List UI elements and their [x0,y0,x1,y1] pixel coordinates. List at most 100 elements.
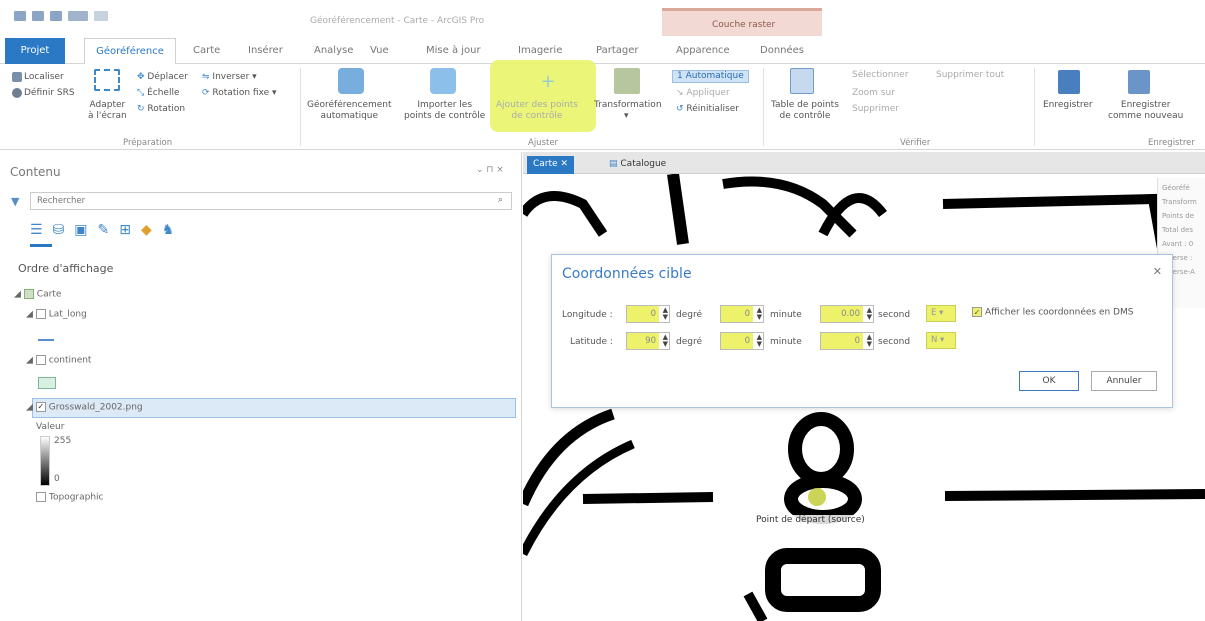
spinner-arrows-icon[interactable]: ▲ ▼ [867,334,872,348]
definir-srs-button[interactable]: Définir SRS [24,88,75,99]
close-icon[interactable]: ✕ [1153,265,1162,278]
pane-text: Total des [1162,226,1193,234]
lat-minute-input[interactable]: 0 ▲ ▼ [720,332,764,350]
rotation-button[interactable]: ↻ Rotation [137,104,185,115]
layer-continent[interactable]: ◢ continent [26,355,91,366]
layer-carte[interactable]: ◢ Carte [14,289,61,300]
layer-checkbox[interactable] [36,492,46,502]
lon-degree-input[interactable]: 0 ▲ ▼ [626,305,670,323]
layer-topographic[interactable]: Topographic [36,492,104,503]
transformation-button[interactable]: Transformation ▾ [594,100,662,122]
supprimer-button[interactable]: Supprimer [852,104,899,115]
contents-toolbar: ☰ ⛁ ▣ ✎ ⊞ ◆ ♞ [30,222,174,238]
tab-donnees[interactable]: Données [752,38,812,64]
legend-min: 0 [54,474,60,484]
active-tab-indicator [30,244,52,247]
second-unit: second [878,337,911,347]
lon-direction-select[interactable]: E ▾ [926,305,956,322]
lon-second-input[interactable]: 0.00 ▲ ▼ [820,305,874,323]
enregistrer-button[interactable]: Enregistrer [1043,100,1093,111]
search-input[interactable] [31,193,451,209]
quick-access-toolbar[interactable] [14,11,108,21]
fixed-rotate-icon: ⟳ [202,88,210,98]
reinitialiser-button[interactable]: ↺ Réinitialiser [676,104,739,115]
drawing-order-icon[interactable]: ☰ [30,222,43,238]
import-points-icon [430,68,456,94]
tab-map-carte[interactable]: Carte ✕ [527,156,574,174]
title-bar: Géoréférencement - Carte - ArcGIS Pro Co… [0,0,1205,36]
labeling-icon[interactable]: ◆ [141,222,152,238]
perspective-icon[interactable]: ♞ [162,222,175,238]
tab-partager[interactable]: Partager [588,38,646,64]
pane-text: Géoréfé [1162,184,1190,192]
ok-button[interactable]: OK [1019,371,1079,391]
catalog-icon: ▤ [609,159,618,169]
line-symbol [38,339,54,341]
minute-unit: minute [770,310,802,320]
appliquer-button[interactable]: ↘ Appliquer [676,88,730,99]
selectionner-button[interactable]: Sélectionner [852,70,908,81]
table-icon [790,68,814,94]
zoom-sur-button[interactable]: Zoom sur [852,88,895,99]
pane-text: Points de [1162,212,1195,220]
layer-lat-long[interactable]: ◢ Lat_long [26,309,87,320]
georef-auto-button[interactable]: Géoréférencement automatique [307,100,392,122]
dms-checkbox[interactable]: ✓ Afficher les coordonnées en DMS [972,307,1133,318]
lat-direction-select[interactable]: N ▾ [926,332,956,349]
layer-raster[interactable]: ◢ ✓ Grosswald_2002.png [26,402,143,413]
drawing-order-heading: Ordre d'affichage [18,262,114,275]
editing-icon[interactable]: ✎ [98,222,110,238]
tab-carte[interactable]: Carte [185,38,228,64]
auto-georef-icon [338,68,364,94]
table-points-button[interactable]: Table de points de contrôle [771,100,839,122]
tab-inserer[interactable]: Insérer [240,38,291,64]
save-icon [1058,70,1080,94]
tab-catalogue[interactable]: ▤ Catalogue [603,156,672,174]
spinner-arrows-icon[interactable]: ▲ ▼ [663,307,668,321]
selection-icon[interactable]: ▣ [74,222,87,238]
enregistrer-nouveau-button[interactable]: Enregistrer comme nouveau [1108,100,1183,122]
supprimer-tout-button[interactable]: Supprimer tout [936,70,1004,81]
move-icon: ✥ [137,72,145,82]
tab-vue[interactable]: Vue [362,38,397,64]
snapping-icon[interactable]: ⊞ [119,222,131,238]
importer-points-button[interactable]: Importer les points de contrôle [404,100,485,122]
check-icon[interactable]: ✓ [972,307,982,317]
rotate-icon: ↻ [137,104,145,114]
lat-second-input[interactable]: 0 ▲ ▼ [820,332,874,350]
spinner-arrows-icon[interactable]: ▲ ▼ [757,334,762,348]
rotation-fixe-button[interactable]: ⟳ Rotation fixe ▾ [202,88,277,99]
target-coordinates-dialog: Coordonnées cible ✕ Longitude : 0 ▲ ▼ degr… [551,254,1173,408]
adapter-button[interactable]: Adapter à l'écran [88,100,127,122]
cancel-button[interactable]: Annuler [1091,371,1157,391]
filter-icon[interactable]: ▼ [11,195,19,208]
spinner-arrows-icon[interactable]: ▲ ▼ [757,307,762,321]
tab-analyse[interactable]: Analyse [306,38,361,64]
search-icon[interactable]: ⌕ [498,195,503,205]
layer-checkbox[interactable] [35,309,46,319]
source-point-label: Point de départ (source) [754,515,867,525]
search-box[interactable]: ⌕ [30,192,512,210]
spinner-arrows-icon[interactable]: ▲ ▼ [867,307,872,321]
deplacer-button[interactable]: ✥ Déplacer [137,72,188,83]
tab-projet[interactable]: Projet [5,38,65,64]
echelle-button[interactable]: ⤡ Échelle [137,88,180,99]
localiser-button[interactable]: Localiser [24,72,64,83]
layer-checkbox[interactable] [35,355,46,365]
tab-apparence[interactable]: Apparence [668,38,738,64]
panel-controls[interactable]: ⌄ ⊓ × [476,165,504,175]
contents-panel: Contenu ⌄ ⊓ × ▼ ⌕ ☰ ⛁ ▣ ✎ ⊞ ◆ ♞ Ordre d'… [0,152,522,621]
inverser-button[interactable]: ⇋ Inverser ▾ [202,72,257,83]
lat-degree-input[interactable]: 90 ▲ ▼ [626,332,670,350]
second-unit: second [878,310,911,320]
spinner-arrows-icon[interactable]: ▲ ▼ [663,334,668,348]
automatique-dropdown[interactable]: 1 Automatique [672,70,749,83]
ribbon-tabs: Projet Géoréférence Carte Insérer Analys… [0,36,1205,64]
tab-mise-a-jour[interactable]: Mise à jour [418,38,489,64]
layer-checkbox-checked[interactable]: ✓ [35,402,46,412]
source-point-marker[interactable] [808,488,826,506]
ajouter-points-button[interactable]: Ajouter des points de contrôle [496,100,578,122]
lon-minute-input[interactable]: 0 ▲ ▼ [720,305,764,323]
tab-georeference[interactable]: Géoréférence [84,38,176,64]
data-source-icon[interactable]: ⛁ [53,222,65,238]
